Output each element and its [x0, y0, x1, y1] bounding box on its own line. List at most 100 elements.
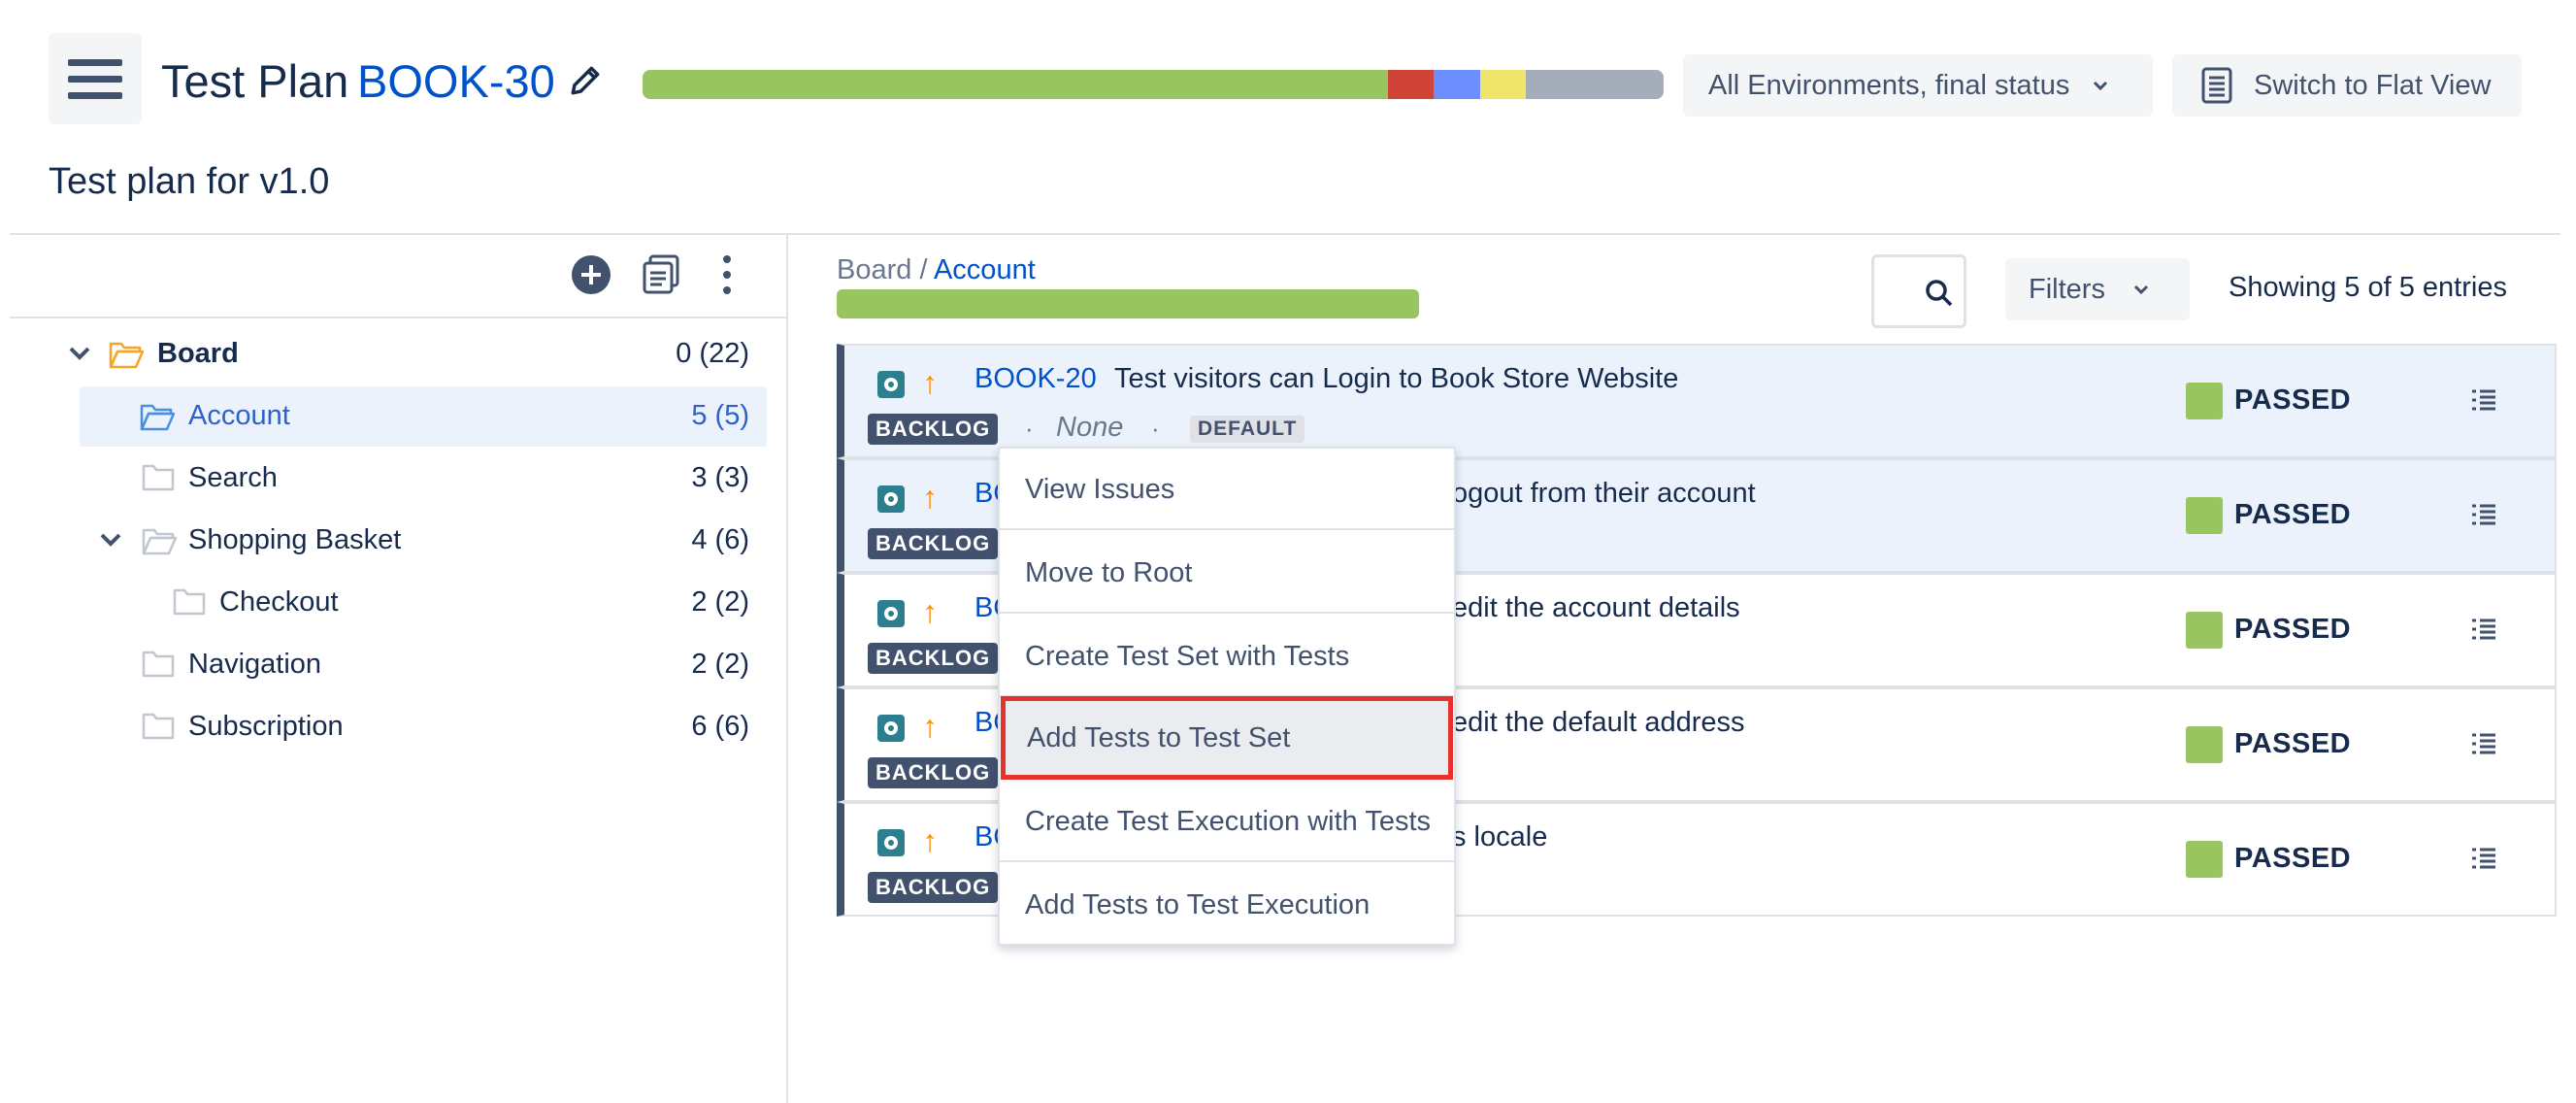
passed-status-swatch	[2186, 726, 2223, 763]
collapse-all-icon[interactable]	[643, 254, 681, 295]
tree-item-label: Search	[188, 462, 278, 493]
tree-folder-checkout[interactable]: Checkout 2 (2)	[10, 573, 776, 633]
test-extra-value: None	[1056, 412, 1124, 443]
menu-item-create-test-execution[interactable]: Create Test Execution with Tests	[1000, 781, 1454, 862]
tree-folder-account[interactable]: Account 5 (5)	[80, 386, 767, 447]
more-options-icon[interactable]	[720, 254, 734, 295]
hamburger-icon-bar	[68, 91, 122, 99]
test-result: PASSED	[2234, 728, 2352, 759]
filters-label: Filters	[2029, 273, 2105, 305]
passed-status-swatch	[2186, 612, 2223, 649]
folder-icon	[142, 464, 175, 491]
menu-button[interactable]	[49, 33, 142, 124]
breadcrumb-current[interactable]: Account	[934, 254, 1036, 285]
switch-flat-view-label: Switch to Flat View	[2254, 69, 2492, 101]
priority-high-icon: ↑	[922, 480, 938, 515]
entries-count: Showing 5 of 5 entries	[2229, 272, 2507, 303]
environment-select-value: All Environments, final status	[1708, 69, 2070, 101]
priority-high-icon: ↑	[922, 709, 938, 744]
execution-details-icon[interactable]	[2471, 618, 2496, 641]
menu-item-add-tests-to-test-execution[interactable]: Add Tests to Test Execution	[1000, 864, 1454, 946]
status-badge: BACKLOG	[868, 757, 999, 788]
search-icon	[1926, 280, 1953, 307]
progress-segment-other	[1525, 70, 1664, 99]
folder-open-icon	[140, 404, 175, 431]
test-summary: edit the account details	[1452, 592, 1740, 623]
menu-item-add-tests-to-test-set[interactable]: Add Tests to Test Set	[1001, 696, 1453, 780]
test-key-link[interactable]: BOOK-20	[974, 363, 1097, 395]
plan-progress-bar	[643, 70, 1664, 99]
folder-icon	[142, 713, 175, 740]
breadcrumb-root[interactable]: Board	[837, 254, 911, 285]
folder-icon	[142, 651, 175, 678]
tree-item-label: Account	[188, 400, 290, 431]
test-result: PASSED	[2234, 384, 2352, 416]
folder-open-icon	[142, 528, 177, 555]
test-row[interactable]: ↑ BOOK-20 Test visitors can Login to Boo…	[837, 344, 2557, 458]
context-menu: View Issues Move to Root Create Test Set…	[998, 447, 1456, 946]
execution-details-icon[interactable]	[2471, 503, 2496, 526]
test-type-icon	[877, 829, 905, 856]
folder-icon	[173, 588, 206, 616]
status-badge: BACKLOG	[868, 643, 999, 674]
test-summary: ogout from their account	[1452, 478, 1756, 509]
environment-select[interactable]: All Environments, final status	[1683, 54, 2153, 117]
pencil-icon[interactable]	[567, 62, 604, 99]
tree-folder-search[interactable]: Search 3 (3)	[10, 449, 776, 509]
chevron-down-icon	[2093, 81, 2108, 91]
test-type-icon	[877, 600, 905, 627]
tree-item-count: 3 (3)	[691, 462, 749, 493]
test-summary: edit the default address	[1452, 707, 1745, 738]
hamburger-icon-bar	[68, 58, 122, 66]
menu-item-move-to-root[interactable]: Move to Root	[1000, 532, 1454, 614]
test-type-icon	[877, 715, 905, 742]
switch-flat-view-button[interactable]: Switch to Flat View	[2172, 54, 2522, 117]
filters-button[interactable]: Filters	[2005, 258, 2190, 320]
environment-badge: DEFAULT	[1190, 416, 1305, 443]
add-folder-icon[interactable]	[571, 254, 611, 295]
execution-details-icon[interactable]	[2471, 388, 2496, 412]
hamburger-icon-bar	[68, 75, 122, 83]
tree-item-count: 2 (2)	[691, 586, 749, 618]
tree-item-label: Checkout	[219, 586, 339, 618]
folder-progress-bar	[837, 289, 1419, 318]
tree-item-label: Navigation	[188, 649, 322, 680]
test-summary: Test visitors can Login to Book Store We…	[1114, 363, 1679, 394]
page-title: Test Plan	[161, 55, 349, 107]
priority-high-icon: ↑	[922, 365, 938, 400]
list-view-icon	[2201, 67, 2232, 104]
test-type-icon	[877, 371, 905, 398]
execution-details-icon[interactable]	[2471, 847, 2496, 870]
issue-key-link[interactable]: BOOK-30	[357, 50, 555, 113]
search-button[interactable]	[1871, 254, 1966, 328]
menu-item-view-issues[interactable]: View Issues	[1000, 449, 1454, 530]
chevron-down-icon[interactable]	[99, 530, 122, 550]
tree-item-label: Subscription	[188, 711, 344, 742]
chevron-down-icon[interactable]	[68, 344, 91, 363]
tree-item-label: Board	[157, 338, 239, 369]
tree-folder-navigation[interactable]: Navigation 2 (2)	[10, 635, 776, 695]
tree-item-count: 0 (22)	[676, 338, 749, 369]
passed-status-swatch	[2186, 497, 2223, 534]
tree-folder-board[interactable]: Board 0 (22)	[10, 324, 776, 384]
tree-folder-shopping-basket[interactable]: Shopping Basket 4 (6)	[10, 511, 776, 571]
separator-dot: ·	[1025, 414, 1034, 443]
passed-status-swatch	[2186, 383, 2223, 419]
divider	[10, 317, 786, 318]
execution-details-icon[interactable]	[2471, 732, 2496, 755]
status-badge: BACKLOG	[868, 528, 999, 559]
status-badge: BACKLOG	[868, 414, 999, 445]
breadcrumb: Board / Account	[837, 254, 1036, 286]
chevron-down-icon	[2133, 284, 2149, 295]
menu-item-create-test-set[interactable]: Create Test Set with Tests	[1000, 616, 1454, 697]
priority-high-icon: ↑	[922, 823, 938, 858]
tree-item-count: 5 (5)	[691, 400, 749, 431]
priority-high-icon: ↑	[922, 594, 938, 629]
test-result: PASSED	[2234, 499, 2352, 530]
tree-folder-subscription[interactable]: Subscription 6 (6)	[10, 697, 776, 757]
progress-segment-failed	[1387, 70, 1435, 99]
progress-segment-passed	[643, 70, 1388, 99]
panel-divider[interactable]	[786, 233, 788, 1103]
progress-segment-todo	[1479, 70, 1526, 99]
tree-item-count: 6 (6)	[691, 711, 749, 742]
